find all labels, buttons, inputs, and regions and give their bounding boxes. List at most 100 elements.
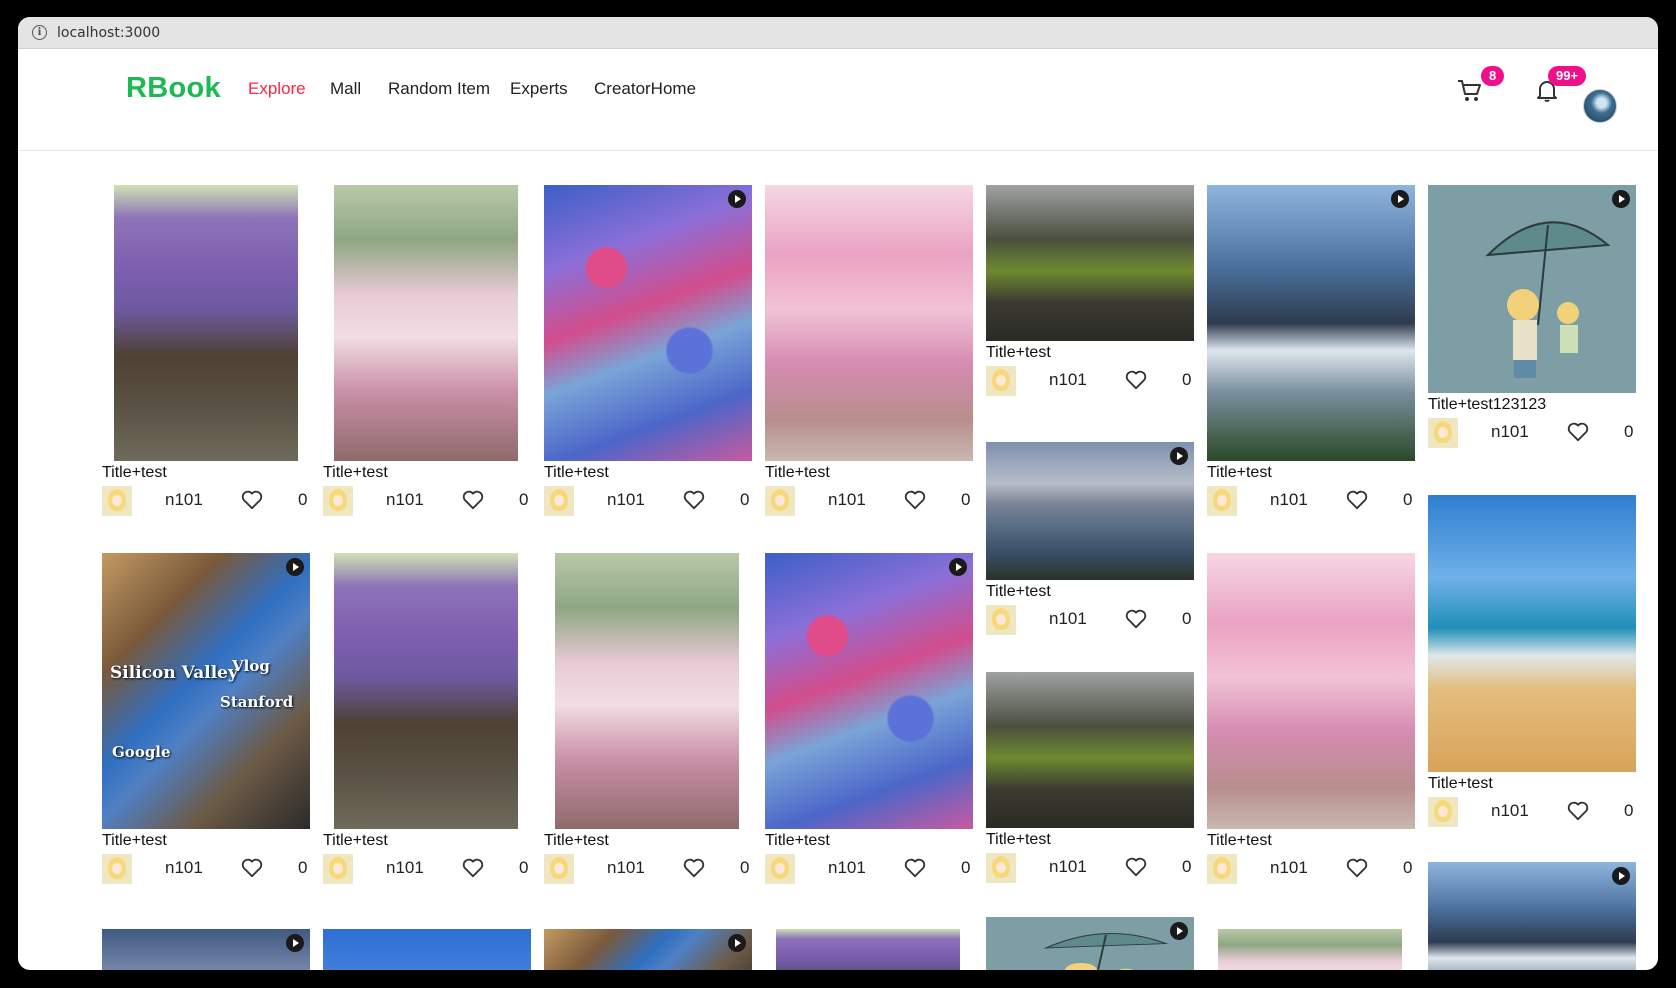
card-image[interactable] [986, 672, 1194, 828]
card-image[interactable] [986, 442, 1194, 580]
card-title[interactable]: Title+test [986, 583, 1051, 601]
author-name[interactable]: n101 [165, 858, 203, 878]
user-avatar[interactable] [1583, 89, 1617, 123]
card-title[interactable]: Title+test [102, 832, 167, 850]
card-title[interactable]: Title+test [765, 832, 830, 850]
card-image[interactable] [1218, 929, 1402, 970]
heart-icon[interactable] [1125, 370, 1147, 390]
card-title[interactable]: Title+test [102, 464, 167, 482]
card-image[interactable] [1428, 185, 1636, 393]
author-avatar[interactable] [765, 854, 795, 884]
author-name[interactable]: n101 [607, 858, 645, 878]
card-image[interactable] [765, 185, 973, 461]
author-name[interactable]: n101 [165, 490, 203, 510]
heart-icon[interactable] [904, 858, 926, 878]
nav-mall[interactable]: Mall [330, 79, 361, 99]
card-title[interactable]: Title+test [544, 464, 609, 482]
card-image[interactable] [776, 929, 960, 970]
like-count: 0 [1624, 422, 1634, 441]
nav-experts[interactable]: Experts [510, 79, 568, 99]
author-name[interactable]: n101 [828, 490, 866, 510]
author-name[interactable]: n101 [1491, 801, 1529, 821]
info-icon[interactable]: i [32, 25, 47, 40]
card-image[interactable] [1428, 495, 1636, 772]
heart-icon[interactable] [904, 490, 926, 510]
card-title[interactable]: Title+test [544, 832, 609, 850]
author-avatar[interactable] [102, 854, 132, 884]
author-avatar[interactable] [765, 486, 795, 516]
like-count: 0 [961, 858, 971, 877]
heart-icon[interactable] [1567, 801, 1589, 821]
nav-creatorhome[interactable]: CreatorHome [594, 79, 696, 99]
heart-icon[interactable] [1346, 490, 1368, 510]
play-icon [728, 190, 746, 208]
heart-icon[interactable] [683, 490, 705, 510]
overlay-text: Vlog [232, 657, 270, 675]
overlay-text: Google [112, 743, 171, 761]
nav-explore[interactable]: Explore [248, 79, 306, 99]
card-title[interactable]: Title+test [986, 831, 1051, 849]
author-avatar[interactable] [544, 854, 574, 884]
author-name[interactable]: n101 [1270, 490, 1308, 510]
author-avatar[interactable] [102, 486, 132, 516]
author-avatar[interactable] [1428, 797, 1458, 827]
author-avatar[interactable] [986, 366, 1016, 396]
card-title[interactable]: Title+test [1207, 832, 1272, 850]
card-image[interactable] [1428, 862, 1636, 970]
author-name[interactable]: n101 [1270, 858, 1308, 878]
card-title[interactable]: Title+test [1207, 464, 1272, 482]
card-image[interactable] [544, 929, 752, 970]
author-name[interactable]: n101 [1049, 370, 1087, 390]
card-title[interactable]: Title+test [323, 832, 388, 850]
card-image[interactable] [102, 929, 310, 970]
heart-icon[interactable] [1567, 422, 1589, 442]
nav-random-item[interactable]: Random Item [388, 79, 490, 99]
author-name[interactable]: n101 [386, 858, 424, 878]
author-avatar[interactable] [323, 854, 353, 884]
card-title[interactable]: Title+test123123 [1428, 396, 1546, 414]
card-image[interactable]: Silicon Valley Vlog Stanford Google [102, 553, 310, 829]
author-name[interactable]: n101 [1049, 857, 1087, 877]
author-name[interactable]: n101 [1049, 609, 1087, 629]
heart-icon[interactable] [1125, 857, 1147, 877]
heart-icon[interactable] [241, 490, 263, 510]
author-avatar[interactable] [544, 486, 574, 516]
heart-icon[interactable] [462, 490, 484, 510]
heart-icon[interactable] [1125, 609, 1147, 629]
author-name[interactable]: n101 [1491, 422, 1529, 442]
card-image[interactable] [114, 185, 298, 461]
like-count: 0 [740, 858, 750, 877]
like-count: 0 [1403, 858, 1413, 877]
logo[interactable]: RBook [126, 72, 221, 105]
card-image[interactable] [334, 185, 518, 461]
author-avatar[interactable] [986, 853, 1016, 883]
author-avatar[interactable] [1207, 486, 1237, 516]
author-avatar[interactable] [1428, 418, 1458, 448]
author-name[interactable]: n101 [607, 490, 645, 510]
card-image[interactable] [1207, 553, 1415, 829]
heart-icon[interactable] [1346, 858, 1368, 878]
author-avatar[interactable] [323, 486, 353, 516]
card-image[interactable] [334, 553, 518, 829]
heart-icon[interactable] [241, 858, 263, 878]
card-image[interactable] [544, 185, 752, 461]
card-title[interactable]: Title+test [1428, 775, 1493, 793]
play-icon [1612, 867, 1630, 885]
card-image[interactable] [765, 553, 973, 829]
author-avatar[interactable] [1207, 854, 1237, 884]
address-bar[interactable]: i localhost:3000 [18, 17, 1658, 49]
card-image[interactable] [1207, 185, 1415, 461]
cart-icon[interactable] [1454, 75, 1484, 105]
author-avatar[interactable] [986, 605, 1016, 635]
card-title[interactable]: Title+test [323, 464, 388, 482]
author-name[interactable]: n101 [828, 858, 866, 878]
card-title[interactable]: Title+test [986, 344, 1051, 362]
card-image[interactable] [555, 553, 739, 829]
card-image[interactable] [323, 929, 531, 970]
author-name[interactable]: n101 [386, 490, 424, 510]
card-image[interactable] [986, 917, 1194, 970]
card-image[interactable] [986, 185, 1194, 341]
card-title[interactable]: Title+test [765, 464, 830, 482]
heart-icon[interactable] [683, 858, 705, 878]
heart-icon[interactable] [462, 858, 484, 878]
